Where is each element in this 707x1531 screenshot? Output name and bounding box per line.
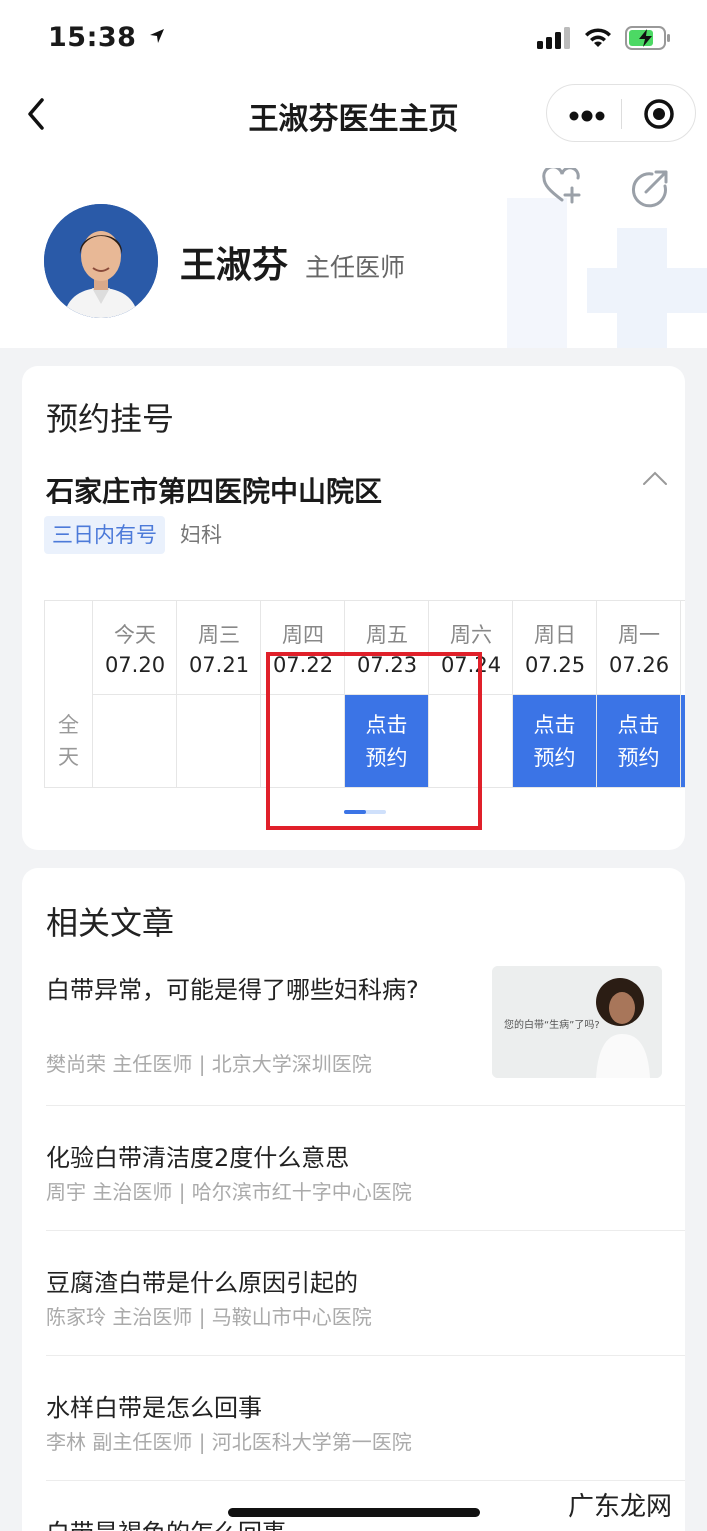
article-meta: 樊尚荣 主任医师 | 北京大学深圳医院 — [46, 1052, 372, 1076]
capsule-divider — [621, 99, 622, 129]
book-label-line2: 预约 — [533, 746, 576, 770]
article-item[interactable]: 化验白带清洁度2度什么意思 周宇 主治医师 | 哈尔滨市红十字中心医院 — [46, 1106, 685, 1231]
book-appointment-button[interactable]: 点击 预约 — [513, 695, 596, 787]
home-indicator[interactable] — [228, 1508, 480, 1517]
day-date: 07.22 — [272, 653, 334, 677]
day-date: 07.21 — [188, 653, 250, 677]
day-column: 周四 07.22 — [261, 601, 345, 787]
share-button[interactable] — [630, 170, 670, 212]
appointment-section-title: 预约挂号 — [46, 400, 175, 438]
thumbnail-caption: 您的白带“生病”了吗? — [504, 1020, 600, 1031]
day-column: 周日 07.25 点击 预约 — [513, 601, 597, 787]
hospital-name[interactable]: 石家庄市第四医院中山院区 — [46, 470, 382, 510]
doctor-profile: 王淑芬 主任医师 — [0, 148, 707, 348]
signal-icon — [537, 27, 570, 49]
articles-section-title: 相关文章 — [46, 904, 175, 942]
follow-button[interactable] — [542, 165, 582, 208]
book-label-line2: 预约 — [617, 746, 660, 770]
day-weekday: 周一 — [618, 623, 660, 647]
day-column-partial — [681, 601, 685, 787]
day-column: 周三 07.21 — [177, 601, 261, 787]
chevron-up-icon — [643, 471, 667, 485]
book-label-line1: 点击 — [533, 713, 576, 737]
day-weekday: 今天 — [114, 623, 156, 647]
day-column: 周五 07.23 点击 预约 — [345, 601, 429, 787]
article-title: 豆腐渣白带是什么原因引起的 — [46, 1269, 358, 1297]
day-date: 07.23 — [356, 653, 418, 677]
article-meta: 李林 副主任医师 | 河北医科大学第一医院 — [46, 1430, 412, 1454]
collapse-button[interactable] — [642, 470, 668, 490]
book-appointment-button[interactable]: 点击 预约 — [597, 695, 680, 787]
article-meta: 周宇 主治医师 | 哈尔滨市红十字中心医院 — [46, 1180, 412, 1204]
articles-card: 相关文章 白带异常，可能是得了哪些妇科病? 樊尚荣 主任医师 | 北京大学深圳医… — [22, 868, 685, 1531]
medical-cross-decoration — [507, 198, 707, 348]
doctor-avatar — [44, 204, 158, 318]
article-item[interactable]: 豆腐渣白带是什么原因引起的 陈家玲 主治医师 | 马鞍山市中心医院 — [46, 1231, 685, 1356]
availability-tag: 三日内有号 — [44, 516, 165, 554]
mini-program-capsule — [546, 84, 696, 142]
battery-charging-icon — [625, 26, 670, 50]
row-separator — [177, 694, 261, 695]
status-bar: 15:38 — [0, 0, 707, 80]
day-weekday: 周三 — [198, 623, 240, 647]
row-separator — [261, 694, 345, 695]
nav-bar: 王淑芬医生主页 — [0, 80, 707, 148]
day-weekday: 周六 — [450, 623, 492, 647]
location-arrow-icon — [150, 29, 165, 43]
schedule-table[interactable]: 全天 今天 07.20 周三 07.21 周四 07.22 周五 07.23 点… — [44, 600, 685, 788]
book-label-line1: 点击 — [617, 713, 660, 737]
row-label-text: 全天 — [58, 713, 79, 769]
schedule-scroll-indicator — [344, 810, 386, 814]
more-dots-icon — [569, 110, 605, 122]
status-time: 15:38 — [48, 22, 166, 53]
book-label-line1: 点击 — [365, 713, 408, 737]
day-weekday: 周五 — [366, 623, 408, 647]
day-weekday: 周日 — [534, 623, 576, 647]
article-title: 白带异常，可能是得了哪些妇科病? — [46, 976, 419, 1004]
scroll-thumb — [344, 810, 366, 814]
article-thumbnail[interactable]: 您的白带“生病”了吗? — [492, 966, 662, 1078]
doctor-name: 王淑芬 — [180, 245, 289, 286]
article-title: 水样白带是怎么回事 — [46, 1394, 262, 1422]
day-date: 07.26 — [608, 653, 670, 677]
book-label-line2: 预约 — [365, 746, 408, 770]
row-separator — [93, 694, 177, 695]
more-button[interactable] — [569, 107, 605, 126]
doctor-portrait-icon — [44, 204, 158, 318]
status-icons — [537, 26, 671, 50]
wifi-icon — [585, 28, 611, 47]
row-separator — [429, 694, 513, 695]
day-column: 周六 07.24 — [429, 601, 513, 787]
doctor-title: 主任医师 — [305, 253, 406, 282]
heart-plus-icon — [542, 165, 581, 204]
close-miniprogram-button[interactable] — [643, 98, 675, 134]
day-column: 周一 07.26 点击 预约 — [597, 601, 681, 787]
article-meta: 陈家玲 主治医师 | 马鞍山市中心医院 — [46, 1305, 372, 1329]
book-appointment-button-partial[interactable] — [681, 695, 685, 787]
target-circle-icon — [644, 99, 674, 129]
article-item[interactable]: 水样白带是怎么回事 李林 副主任医师 | 河北医科大学第一医院 — [46, 1356, 685, 1481]
share-arrow-icon — [632, 170, 668, 208]
day-date: 07.20 — [104, 653, 166, 677]
schedule-row-label: 全天 — [45, 695, 93, 787]
day-date: 07.24 — [440, 653, 502, 677]
watermark: 广东龙网 — [568, 1492, 673, 1522]
appointment-card: 预约挂号 石家庄市第四医院中山院区 三日内有号 妇科 全天 今天 07.20 周… — [22, 366, 685, 850]
day-column: 今天 07.20 — [93, 601, 177, 787]
book-appointment-button[interactable]: 点击 预约 — [345, 695, 428, 787]
day-weekday: 周四 — [282, 623, 324, 647]
status-time-text: 15:38 — [48, 22, 137, 53]
schedule-corner — [45, 601, 93, 695]
article-title: 化验白带清洁度2度什么意思 — [46, 1144, 350, 1172]
day-date: 07.25 — [524, 653, 586, 677]
department-tag: 妇科 — [180, 523, 222, 547]
